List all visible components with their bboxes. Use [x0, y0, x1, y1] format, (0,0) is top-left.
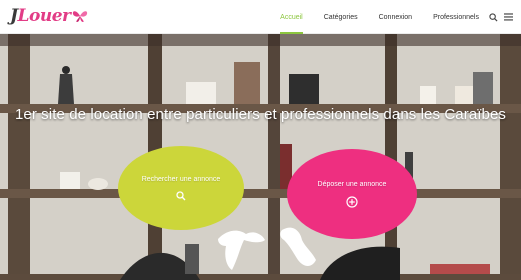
butterfly-icon — [73, 11, 88, 22]
search-icon[interactable] — [489, 12, 498, 22]
hero-title: 1er site de location entre particuliers … — [14, 106, 507, 123]
menu-icon[interactable] — [504, 13, 513, 21]
top-header: JLouer Accueil Catégories Connexion Prof… — [0, 0, 521, 34]
plus-circle-icon — [346, 195, 358, 208]
search-listing-button[interactable]: Rechercher une annonce — [118, 146, 244, 230]
site-logo[interactable]: JLouer — [10, 4, 89, 28]
main-nav: Accueil Catégories Connexion Professionn… — [259, 0, 513, 34]
nav-item-professionnels[interactable]: Professionnels — [433, 0, 479, 34]
post-listing-label: Déposer une annonce — [317, 180, 387, 188]
nav-item-connexion[interactable]: Connexion — [379, 0, 412, 34]
search-listing-label: Rechercher une annonce — [141, 175, 221, 183]
post-listing-button[interactable]: Déposer une annonce — [287, 149, 417, 239]
nav-item-categories[interactable]: Catégories — [324, 0, 358, 34]
shelf-background-image — [0, 34, 521, 280]
logo-text: JLouer — [10, 6, 71, 26]
nav-item-accueil[interactable]: Accueil — [280, 0, 303, 34]
search-icon — [176, 190, 186, 200]
hero-banner: 1er site de location entre particuliers … — [0, 34, 521, 280]
